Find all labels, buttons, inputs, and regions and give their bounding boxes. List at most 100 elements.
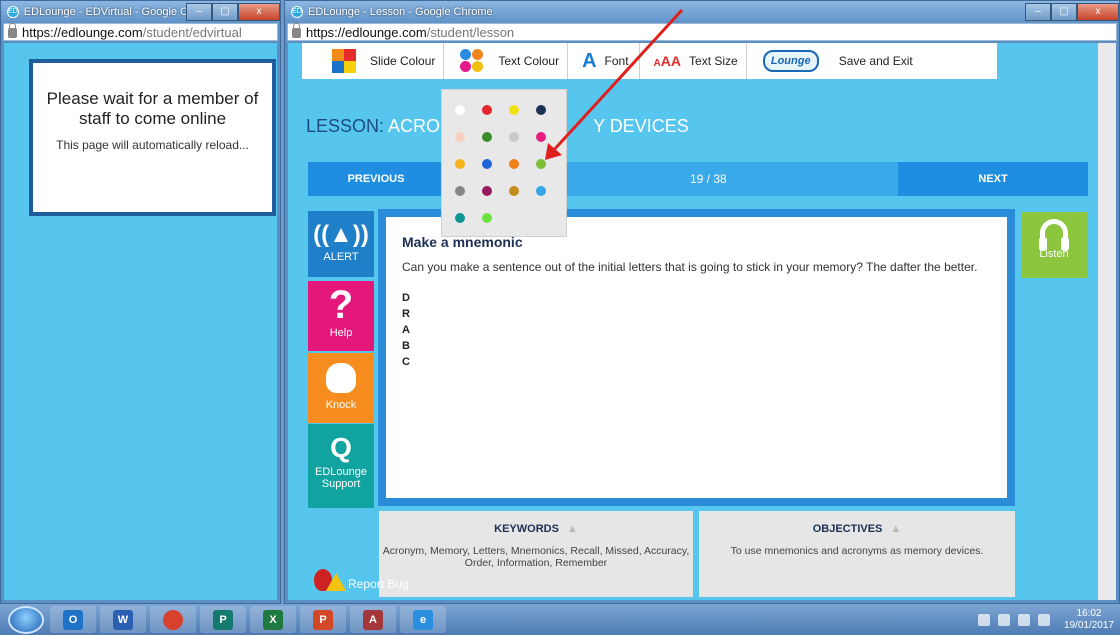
acronym-letters: D R A B C: [402, 290, 991, 370]
network-icon[interactable]: [1017, 613, 1030, 626]
text-colour-button[interactable]: Text Colour: [444, 43, 569, 79]
colour-swatch[interactable]: [500, 177, 527, 204]
colour-swatch[interactable]: [446, 123, 473, 150]
volume-icon[interactable]: [997, 613, 1010, 626]
clock[interactable]: 16:02 19/01/2017: [1064, 608, 1114, 632]
letter-item: C: [402, 356, 410, 368]
colour-dot-icon: [454, 131, 465, 142]
text-size-label: Text Size: [689, 54, 738, 68]
keywords-toggle[interactable]: KEYWORDS ▲: [379, 523, 693, 535]
next-button[interactable]: NEXT: [898, 162, 1088, 196]
title-bar[interactable]: ED EDLounge - EDVirtual - Google Chro...…: [1, 1, 280, 23]
taskbar-internet-explorer-button[interactable]: e: [400, 606, 446, 633]
colour-swatch[interactable]: [527, 96, 554, 123]
keywords-panel: KEYWORDS ▲ Acronym, Memory, Letters, Mnem…: [379, 511, 693, 597]
windows-taskbar: O W P X P Ae 16:02 19/01/2017: [0, 604, 1120, 635]
save-and-exit-button[interactable]: Lounge Save and Exit: [747, 43, 921, 79]
support-label: EDLounge Support: [315, 466, 367, 490]
reload-notice: This page will automatically reload...: [56, 138, 249, 152]
colour-swatch[interactable]: [473, 96, 500, 123]
waiting-dialog: Please wait for a member of staff to com…: [29, 59, 276, 216]
action-center-icon[interactable]: [1037, 613, 1050, 626]
colour-swatch[interactable]: [500, 123, 527, 150]
slide-colour-button[interactable]: Slide Colour: [302, 43, 445, 79]
colour-dot-icon: [535, 131, 546, 142]
knock-button[interactable]: Knock: [308, 353, 374, 423]
colour-swatch[interactable]: [473, 177, 500, 204]
report-bug-label: Report Bug: [348, 577, 409, 591]
maximize-button[interactable]: ▢: [1051, 3, 1077, 21]
vertical-scrollbar[interactable]: [1098, 43, 1116, 600]
colour-swatch[interactable]: [446, 150, 473, 177]
address-bar[interactable]: https://edlounge.com/student/lesson: [287, 23, 1117, 41]
minimize-button[interactable]: –: [1025, 3, 1051, 21]
window-title: EDLounge - Lesson - Google Chrome: [308, 6, 493, 18]
listen-button[interactable]: Listen: [1021, 212, 1087, 278]
colour-swatch[interactable]: [500, 150, 527, 177]
collapse-caret-icon: ▲: [566, 523, 578, 535]
taskbar-excel-button[interactable]: X: [250, 606, 296, 633]
slide-colour-label: Slide Colour: [370, 54, 436, 68]
alert-label: ALERT: [323, 251, 359, 263]
colour-swatch[interactable]: [527, 177, 554, 204]
question-mark-icon: ?: [328, 283, 354, 327]
colour-swatch[interactable]: [527, 123, 554, 150]
text-colour-label: Text Colour: [498, 54, 560, 68]
close-button[interactable]: x: [238, 3, 280, 21]
alert-button[interactable]: ((▲)) ALERT: [308, 211, 374, 277]
support-q-icon: Q: [330, 432, 352, 463]
colour-dot-icon: [535, 158, 546, 169]
colour-swatch[interactable]: [500, 96, 527, 123]
text-size-icon: AAA: [653, 53, 682, 69]
show-hidden-icons-icon[interactable]: [977, 613, 990, 626]
minimize-button[interactable]: –: [186, 3, 212, 21]
taskbar-chrome-button[interactable]: [150, 606, 196, 633]
colour-dot-icon: [535, 104, 546, 115]
text-colour-icon: [460, 49, 484, 73]
taskbar-word-button[interactable]: W: [100, 606, 146, 633]
edlounge-app-icon: ED: [7, 6, 19, 18]
font-button[interactable]: A Font: [568, 43, 640, 79]
edlounge-support-button[interactable]: Q EDLounge Support: [308, 424, 374, 508]
objectives-toggle[interactable]: OBJECTIVES ▲: [699, 523, 1015, 535]
taskbar-access-button[interactable]: A: [350, 606, 396, 633]
taskbar-publisher-button[interactable]: P: [200, 606, 246, 633]
lesson-page: Slide Colour Text Colour A Font AAA Text…: [288, 43, 1116, 600]
taskbar-outlook-button[interactable]: O: [50, 606, 96, 633]
url-host: https://edlounge.com: [306, 24, 427, 40]
word-icon: W: [113, 609, 133, 630]
waiting-message: Please wait for a member of staff to com…: [46, 89, 259, 128]
colour-swatch[interactable]: [527, 150, 554, 177]
colour-dot-icon: [481, 158, 492, 169]
text-size-button[interactable]: AAA Text Size: [640, 43, 747, 79]
colour-swatch[interactable]: [446, 96, 473, 123]
previous-button[interactable]: PREVIOUS: [308, 162, 444, 196]
colour-swatch[interactable]: [473, 123, 500, 150]
pinned-apps: O W P X P Ae: [50, 606, 450, 633]
edlounge-app-icon: ED: [291, 6, 303, 18]
title-bar[interactable]: ED EDLounge - Lesson - Google Chrome – ▢…: [285, 1, 1119, 23]
colour-swatch[interactable]: [446, 204, 473, 231]
access-icon: A: [363, 609, 383, 630]
maximize-button[interactable]: ▢: [212, 3, 238, 21]
objectives-panel: OBJECTIVES ▲ To use mnemonics and acronym…: [699, 511, 1015, 597]
objectives-text: To use mnemonics and acronyms as memory …: [730, 545, 984, 557]
page-counter: 19 / 38: [690, 172, 727, 186]
taskbar-powerpoint-button[interactable]: P: [300, 606, 346, 633]
start-button[interactable]: [8, 605, 44, 634]
outlook-icon: O: [63, 609, 83, 630]
colour-swatch[interactable]: [446, 177, 473, 204]
colour-dot-icon: [508, 104, 519, 115]
colour-swatch[interactable]: [473, 150, 500, 177]
help-button[interactable]: ? Help: [308, 281, 374, 351]
report-bug-button[interactable]: Report Bug: [314, 569, 409, 591]
letter-item: B: [402, 340, 410, 352]
address-bar[interactable]: https://edlounge.com/student/edvirtual: [3, 23, 278, 41]
knock-label: Knock: [325, 399, 357, 411]
colour-dot-icon: [481, 131, 492, 142]
edvirtual-window: ED EDLounge - EDVirtual - Google Chro...…: [0, 0, 281, 604]
colour-swatch[interactable]: [473, 204, 500, 231]
help-label: Help: [329, 327, 353, 339]
close-button[interactable]: x: [1077, 3, 1119, 21]
colour-dot-icon: [508, 185, 519, 196]
